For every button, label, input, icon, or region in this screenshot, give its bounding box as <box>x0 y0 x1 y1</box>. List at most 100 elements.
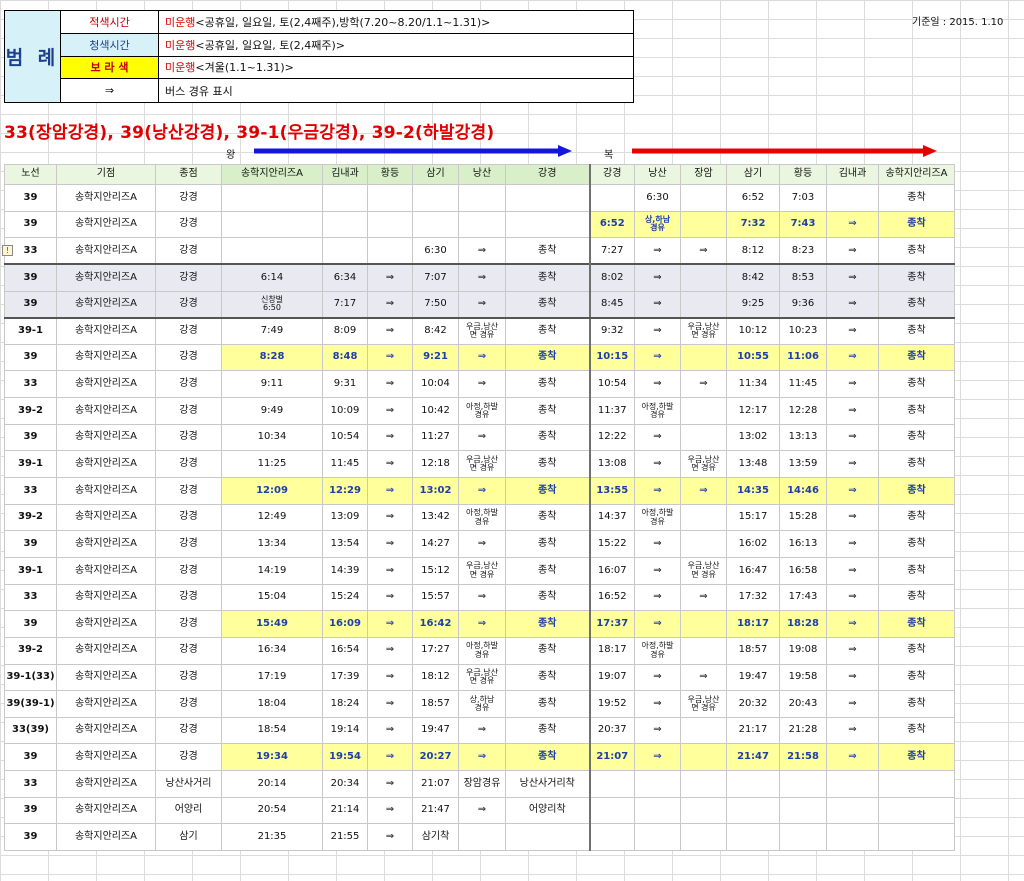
timetable-cell <box>680 210 727 239</box>
legend-text-arrow: 버스 경유 표시 <box>165 84 233 98</box>
timetable-cell <box>826 770 879 798</box>
timetable-cell: 21:47 <box>726 743 780 772</box>
timetable-cell: 10:15 <box>589 343 635 372</box>
legend-label-red: 적색시간 <box>61 11 159 34</box>
timetable-cell: 10:04 <box>412 370 459 399</box>
timetable-cell: 어양리 <box>155 796 222 825</box>
timetable-cell <box>458 823 506 852</box>
timetable-cell: ⇒ <box>634 370 681 399</box>
timetable-cell: 16:34 <box>221 636 323 665</box>
timetable-cell: 14:46 <box>779 477 827 505</box>
timetable-cell: 21:14 <box>322 796 368 825</box>
timetable-cell: 17:43 <box>779 583 827 612</box>
timetable-cell: 종착 <box>878 477 955 505</box>
timetable-cell: ⇒ <box>826 556 879 585</box>
timetable-cell <box>878 796 955 825</box>
timetable-cell: 우금,낭산 면 경유 <box>680 317 727 345</box>
timetable-cell: 19:08 <box>779 636 827 665</box>
timetable-cell: 종착 <box>878 716 955 745</box>
timetable-cell: 강경 <box>155 530 222 558</box>
timetable-cell <box>779 796 827 825</box>
timetable-cell <box>221 237 323 265</box>
timetable-cell: 39 <box>4 796 57 825</box>
timetable-cell: ⇒ <box>826 503 879 532</box>
timetable-cell: 15:22 <box>589 530 635 558</box>
timetable-cell <box>367 237 413 265</box>
timetable-cell: 7:27 <box>589 237 635 265</box>
timetable-cell: ⇒ <box>367 770 413 798</box>
timetable-cell: 삼기착 <box>412 823 459 852</box>
timetable-cell <box>505 184 591 212</box>
timetable-cell: ⇒ <box>367 477 413 505</box>
timetable-cell: 송학지안리즈A <box>56 823 156 852</box>
timetable-cell: 종착 <box>505 317 591 345</box>
timetable-cell: 12:22 <box>589 423 635 452</box>
timetable-cell: 송학지안리즈A <box>56 796 156 825</box>
timetable-cell: 13:09 <box>322 503 368 532</box>
timetable-cell: 11:25 <box>221 450 323 479</box>
timetable-cell: 종착 <box>878 583 955 612</box>
timetable-cell: 강경 <box>155 583 222 612</box>
timetable-cell: ⇒ <box>826 610 879 638</box>
timetable-cell: 18:17 <box>726 610 780 638</box>
timetable-cell <box>726 770 780 798</box>
timetable-cell <box>680 503 727 532</box>
timetable-cell: 종착 <box>878 610 955 638</box>
timetable-cell: 14:37 <box>589 503 635 532</box>
timetable-cell <box>826 796 879 825</box>
timetable-cell: ⇒ <box>367 796 413 825</box>
legend-label-purple: 보 라 색 <box>61 56 159 80</box>
timetable-row: 39-1 송학지안리즈A 강경 11:25 11:45 ⇒ 12:18 우금,낭산 면 경유 종착… <box>4 450 955 479</box>
timetable-cell: ⇒ <box>634 716 681 745</box>
timetable-cell: 13:02 <box>726 423 780 452</box>
timetable-cell: ⇒ <box>367 317 413 345</box>
timetable-cell: 신창벌 6:50 <box>221 290 323 319</box>
timetable-cell: 39-1(33) <box>4 663 57 692</box>
timetable-cell <box>826 184 879 212</box>
timetable-row: 33 송학지안리즈A 강경 12:09 12:29 ⇒ 13:02 ⇒ 종착 13:55 ⇒ ⇒ 14:… <box>4 477 955 505</box>
timetable-cell <box>878 770 955 798</box>
timetable-cell: ⇒ <box>680 583 727 612</box>
timetable-cell: 18:57 <box>726 636 780 665</box>
timetable-cell: ⇒ <box>367 290 413 319</box>
column-header: 낭산 <box>634 164 681 185</box>
timetable-cell <box>680 290 727 319</box>
timetable-cell: ⇒ <box>367 743 413 772</box>
timetable-cell: 33 <box>4 583 57 612</box>
timetable-cell: 16:13 <box>779 530 827 558</box>
timetable-row: 39-2 송학지안리즈A 강경 9:49 10:09 ⇒ 10:42 아정,하발 경유 종착 11:… <box>4 397 955 425</box>
timetable-cell: 20:27 <box>412 743 459 772</box>
timetable-cell: 송학지안리즈A <box>56 743 156 772</box>
timetable-cell: 39 <box>4 184 57 212</box>
timetable-cell: 39 <box>4 210 57 239</box>
timetable-row: 39-1 송학지안리즈A 강경 14:19 14:39 ⇒ 15:12 우금,낭산 면 경유 종착… <box>4 556 955 585</box>
timetable-cell: ⇒ <box>367 423 413 452</box>
timetable-cell <box>589 796 635 825</box>
timetable-cell: 12:09 <box>221 477 323 505</box>
timetable-cell: ⇒ <box>680 370 727 399</box>
timetable-cell: 13:13 <box>779 423 827 452</box>
timetable-cell: 송학지안리즈A <box>56 237 156 265</box>
timetable-cell: 8:09 <box>322 317 368 345</box>
timetable-row: 39-1 송학지안리즈A 강경 7:49 8:09 ⇒ 8:42 우금,낭산 면 경유 종착 9:3… <box>4 317 955 345</box>
bus-timetable: 노선 기점 종점 송학지안리즈A 김내과 황등 삼기 낭산 강경 강경 낭산 장암 삼기 황등 김내과 송학지… <box>4 164 955 852</box>
timetable-cell <box>680 636 727 665</box>
timetable-cell: 종착 <box>878 690 955 718</box>
column-header: 기점 <box>56 164 156 185</box>
timetable-cell: 16:42 <box>412 610 459 638</box>
timetable-cell: ⇒ <box>826 343 879 372</box>
timetable-cell: 종착 <box>878 530 955 558</box>
timetable-cell: 18:17 <box>589 636 635 665</box>
timetable-cell: ⇒ <box>367 503 413 532</box>
page-title: 33(장암강경), 39(낭산강경), 39-1(우금강경), 39-2(하발강… <box>4 123 495 143</box>
timetable-cell: 강경 <box>155 663 222 692</box>
timetable-cell: 송학지안리즈A <box>56 610 156 638</box>
timetable-cell: 15:57 <box>412 583 459 612</box>
timetable-cell: 8:42 <box>412 317 459 345</box>
timetable-cell <box>221 210 323 239</box>
timetable-cell: ⇒ <box>458 263 506 292</box>
timetable-row: 39 송학지안리즈A 강경 신창벌 6:50 7:17 ⇒ 7:50 ⇒ 종착 8:45 ⇒ 9:25 9… <box>4 290 955 319</box>
timetable-cell: 15:17 <box>726 503 780 532</box>
timetable-cell: 10:55 <box>726 343 780 372</box>
timetable-cell: 18:28 <box>779 610 827 638</box>
